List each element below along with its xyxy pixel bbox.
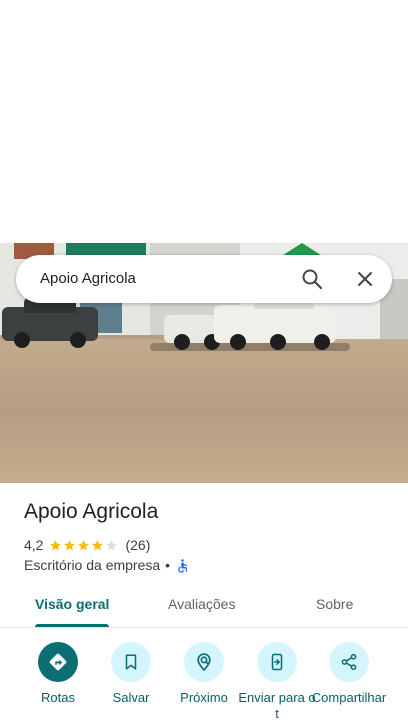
bookmark-icon [111,642,151,682]
search-input[interactable]: Apoio Agricola [40,270,136,287]
share-icon [329,642,369,682]
search-bar[interactable]: Apoio Agricola [16,255,392,303]
send-to-phone-button[interactable]: Enviar para o t [237,642,317,726]
star-icon [50,539,62,550]
rating-row[interactable]: 4,2 (26) [24,536,150,554]
directions-icon [38,642,78,682]
share-label: Compartilhar [311,690,387,705]
send-to-phone-icon [257,642,297,682]
review-count[interactable]: (26) [125,537,150,553]
nearby-label: Próximo [180,690,228,705]
tab-overview[interactable]: Visão geral [35,596,109,612]
wheelchair-accessible-icon[interactable] [175,558,190,573]
save-button[interactable]: Salvar [91,642,171,726]
separator-dot: • [165,557,171,573]
close-icon[interactable] [353,267,377,291]
save-label: Salvar [112,690,150,705]
rating-value: 4,2 [24,537,44,553]
dirt-ground [0,339,408,483]
place-category: Escritório da empresa [24,557,161,573]
star-icon [78,539,90,550]
active-tab-indicator [35,624,109,627]
send-to-phone-label: Enviar para o t [238,690,316,721]
tab-bar: Visão geral Avaliações Sobre [0,584,408,628]
white-pickup-large [214,293,336,350]
category-row: Escritório da empresa • [24,556,190,574]
star-icon [92,539,104,550]
rating-stars [49,539,119,552]
place-title: Apoio Agricola [24,500,159,523]
share-button[interactable]: Compartilhar [309,642,389,726]
tab-reviews[interactable]: Avaliações [168,596,235,612]
map-blank-area [0,0,408,243]
search-icon[interactable] [300,267,324,291]
tab-about[interactable]: Sobre [316,596,353,612]
directions-button[interactable]: Rotas [18,642,98,726]
directions-label: Rotas [41,690,75,705]
star-icon [64,539,76,550]
nearby-button[interactable]: Próximo [164,642,244,726]
nearby-icon [184,642,224,682]
dark-pickup [2,297,98,348]
star-icon [106,539,118,550]
